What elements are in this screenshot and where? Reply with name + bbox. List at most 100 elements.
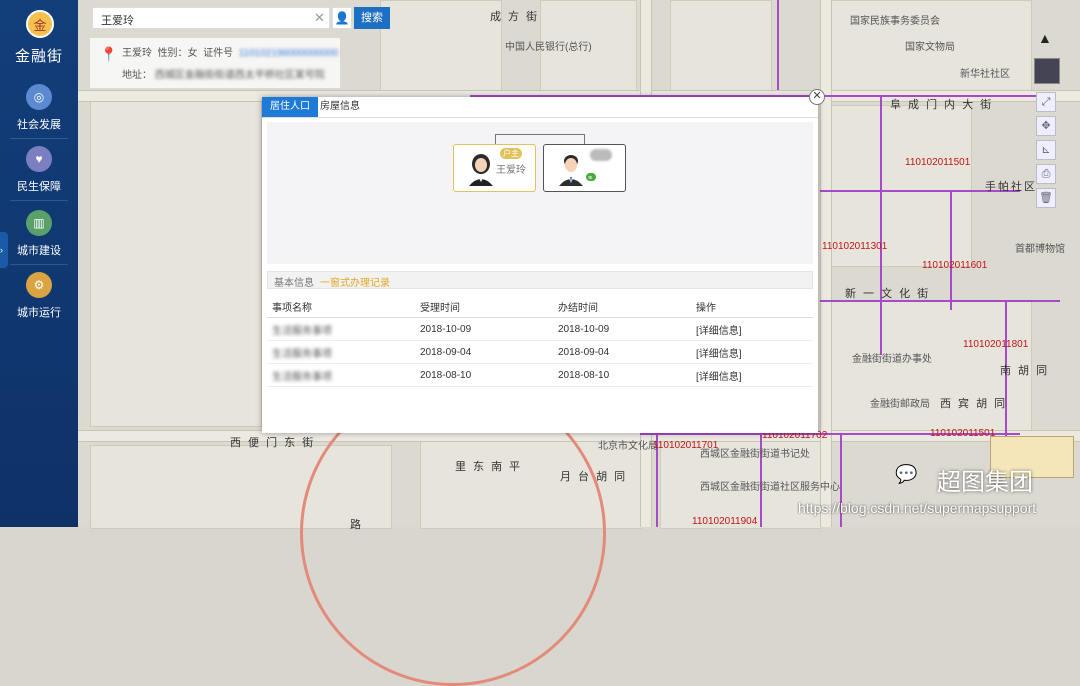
wechat-icon: 💬 bbox=[895, 464, 918, 484]
female-avatar-icon bbox=[469, 154, 493, 186]
map-block bbox=[670, 0, 772, 92]
male-avatar-icon bbox=[559, 155, 583, 186]
person-name: 王爱玲 bbox=[496, 165, 526, 176]
accepted-date-cell: 2018-09-04 bbox=[415, 340, 553, 364]
map-block bbox=[380, 0, 502, 92]
expand-handle[interactable]: › bbox=[0, 232, 8, 268]
place-label: 西城区金融街街道社区服务中心 bbox=[700, 482, 840, 493]
watermark-text: 超图集团 bbox=[937, 469, 1033, 496]
nav-divider bbox=[10, 200, 68, 201]
column-header: 事项名称 bbox=[267, 295, 415, 318]
place-label: 首都博物馆 bbox=[1015, 244, 1065, 255]
place-label: 金融街邮政局 bbox=[870, 399, 930, 410]
fullscreen-icon[interactable]: ⤢ bbox=[1036, 92, 1056, 112]
nav-item-welfare[interactable]: ♥ 民生保障 bbox=[0, 146, 78, 194]
result-address-value: 西城区金融街街道西太平桥社区某号院 bbox=[154, 70, 325, 81]
item-name-cell: 生活服务事项 bbox=[267, 363, 415, 387]
credit-url: https://blog.csdn.net/supermapsupport bbox=[798, 500, 1037, 516]
finished-date-cell: 2018-08-10 bbox=[553, 363, 691, 387]
person-card-member[interactable]: ≡ bbox=[543, 144, 626, 192]
boundary-line bbox=[950, 190, 952, 310]
street-label: 月 台 胡 同 bbox=[560, 471, 628, 483]
brand-title: 金融街 bbox=[14, 48, 63, 65]
finished-date-cell: 2018-09-04 bbox=[553, 340, 691, 364]
map-block bbox=[90, 95, 262, 427]
place-label: 国家民族事务委员会 bbox=[850, 16, 940, 27]
person-card-main[interactable]: 户主 王爱玲 bbox=[453, 144, 536, 192]
section-subtitle[interactable]: 一窗式办理记录 bbox=[320, 274, 390, 289]
family-tree: 户主 王爱玲 ≡ bbox=[267, 122, 813, 264]
nav-item-social[interactable]: ◎ 社会发展 bbox=[0, 84, 78, 132]
street-label: 新 一 文 化 街 bbox=[845, 288, 931, 300]
location-pin-icon: 📍 bbox=[100, 46, 118, 62]
nav-item-label: 城市建设 bbox=[17, 245, 61, 257]
measure-icon[interactable]: ⊾ bbox=[1036, 140, 1056, 160]
search-button[interactable]: 搜索 bbox=[354, 7, 390, 29]
tab-housing[interactable]: 房屋信息 bbox=[312, 97, 368, 117]
table-header-row: 事项名称 受理时间 办结时间 操作 bbox=[267, 295, 813, 318]
detail-link[interactable]: [详细信息] bbox=[691, 340, 813, 364]
result-gender: 性别：女 bbox=[157, 48, 198, 59]
grid-code: 110102011904 bbox=[692, 516, 758, 527]
column-header: 操作 bbox=[691, 295, 813, 318]
result-id-value: 110102196000000000 bbox=[238, 48, 339, 59]
item-name-cell: 生活服务事项 bbox=[267, 340, 415, 364]
search-result-item[interactable]: 📍 王爱玲 性别：女 证件号 110102196000000000 地址： 西城… bbox=[90, 38, 340, 88]
dialog-tabs: 居住人口 房屋信息 bbox=[262, 97, 818, 118]
tab-residents[interactable]: 居住人口 bbox=[262, 97, 318, 117]
item-name-cell: 生活服务事项 bbox=[267, 317, 415, 341]
grid-code: 110102011501 bbox=[930, 428, 996, 439]
nav-item-operation[interactable]: ⚙ 城市运行 bbox=[0, 272, 78, 320]
street-label: 手帕社区 bbox=[985, 181, 1037, 193]
detail-link[interactable]: [详细信息] bbox=[691, 363, 813, 387]
street-label: 里 东 南 平 bbox=[455, 461, 523, 473]
social-icon: ◎ bbox=[26, 84, 52, 110]
service-records-table: 事项名称 受理时间 办结时间 操作 生活服务事项 2018-10-09 2018… bbox=[267, 295, 813, 387]
grid-code: 110102011601 bbox=[922, 260, 988, 271]
pan-icon[interactable]: ✥ bbox=[1036, 116, 1056, 136]
main-road bbox=[820, 0, 832, 527]
street-label: 南 胡 同 bbox=[1000, 365, 1050, 377]
detail-link[interactable]: [详细信息] bbox=[691, 317, 813, 341]
overview-map-thumbnail[interactable] bbox=[1034, 58, 1060, 84]
nav-item-label: 民生保障 bbox=[17, 181, 61, 193]
nav-item-label: 城市运行 bbox=[17, 307, 61, 319]
delete-icon[interactable]: 🗑 bbox=[1036, 188, 1056, 208]
redacted-name-icon bbox=[590, 149, 612, 161]
result-name: 王爱玲 bbox=[122, 48, 152, 59]
left-sidebar: 金 金融街 ◎ 社会发展 ♥ 民生保障 ▥ 城市建设 ⚙ 城市运行 › bbox=[0, 0, 78, 527]
person-search-icon[interactable]: 👤 bbox=[332, 7, 352, 29]
search-input[interactable]: 王爱玲 bbox=[92, 7, 330, 29]
building-icon: ▥ bbox=[26, 210, 52, 236]
accepted-date-cell: 2018-08-10 bbox=[415, 363, 553, 387]
street-label: 阜 成 门 内 大 街 bbox=[890, 99, 994, 111]
welfare-icon: ♥ bbox=[26, 146, 52, 172]
result-id-label: 证件号 bbox=[203, 48, 234, 59]
finished-date-cell: 2018-10-09 bbox=[553, 317, 691, 341]
operation-icon: ⚙ bbox=[26, 272, 52, 298]
nav-divider bbox=[10, 264, 68, 265]
street-label: 西 便 门 东 街 bbox=[230, 437, 316, 449]
head-of-household-badge: 户主 bbox=[500, 148, 522, 159]
table-row: 生活服务事项 2018-09-04 2018-09-04 [详细信息] bbox=[267, 340, 813, 364]
place-label: 国家文物局 bbox=[905, 42, 955, 53]
boundary-line bbox=[880, 95, 882, 355]
nav-item-construction[interactable]: ▥ 城市建设 bbox=[0, 210, 78, 258]
grid-code: 110102011701 bbox=[653, 440, 719, 451]
street-label: 路 bbox=[350, 519, 363, 531]
person-detail-dialog: ✕ 居住人口 房屋信息 户主 王爱玲 ≡ 基本信息 一窗式办理记录 事项名称 受… bbox=[262, 89, 825, 433]
logo-icon: 金 bbox=[26, 10, 54, 38]
member-status-icon: ≡ bbox=[586, 173, 596, 182]
table-row: 生活服务事项 2018-10-09 2018-10-09 [详细信息] bbox=[267, 317, 813, 341]
street-label: 成 方 街 bbox=[490, 11, 540, 23]
print-icon[interactable]: ⎙ bbox=[1036, 164, 1056, 184]
result-address-label: 地址： bbox=[122, 70, 152, 81]
column-header: 受理时间 bbox=[415, 295, 553, 318]
compass-icon[interactable]: ▲ bbox=[1038, 30, 1052, 46]
grid-code: 110102011501 bbox=[905, 157, 971, 168]
section-title[interactable]: 基本信息 bbox=[274, 274, 314, 289]
place-label: 中国人民银行(总行) bbox=[505, 42, 592, 53]
table-row: 生活服务事项 2018-08-10 2018-08-10 [详细信息] bbox=[267, 363, 813, 387]
place-label: 新华社社区 bbox=[960, 69, 1010, 80]
clear-icon[interactable]: ✕ bbox=[314, 10, 325, 26]
